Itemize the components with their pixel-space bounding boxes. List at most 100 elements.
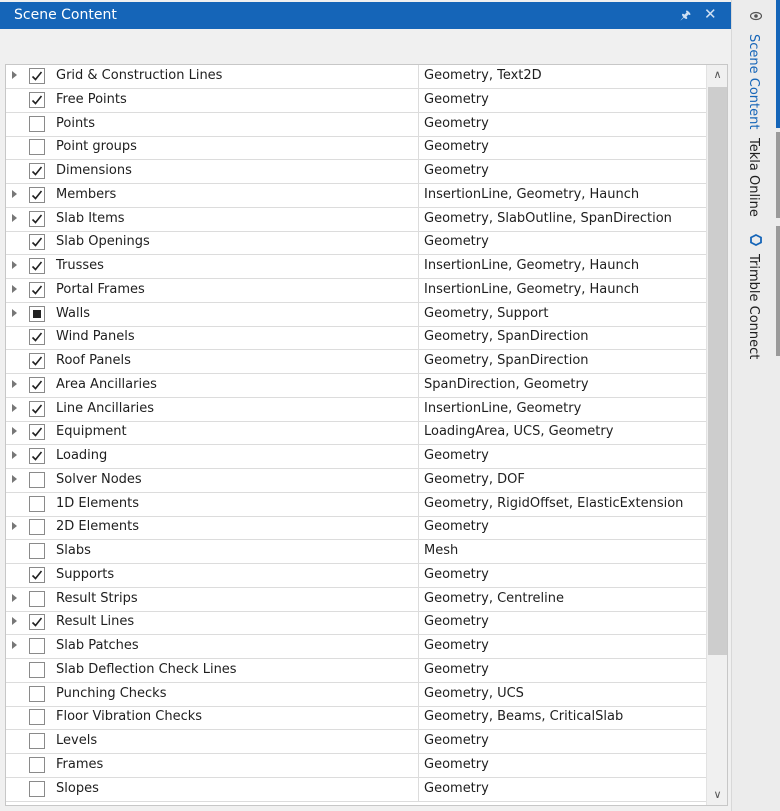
expand-arrow-icon[interactable] — [12, 284, 17, 293]
row-name: Wind Panels — [56, 329, 135, 345]
expand-arrow-icon[interactable] — [12, 71, 17, 79]
expand-arrow-icon[interactable] — [12, 213, 17, 222]
expand-arrow-icon[interactable] — [12, 522, 17, 531]
row-value: Geometry, UCS — [424, 685, 524, 701]
table-row[interactable]: Loading Geometry — [6, 445, 706, 469]
scrollbar-thumb[interactable] — [708, 87, 727, 655]
table-row[interactable]: Free Points Geometry — [6, 88, 706, 113]
table-row[interactable]: 2D Elements Geometry — [6, 516, 706, 541]
visibility-checkbox[interactable] — [29, 329, 45, 346]
visibility-checkbox[interactable] — [29, 709, 45, 726]
row-value: InsertionLine, Geometry, Haunch — [424, 186, 640, 202]
visibility-checkbox[interactable] — [29, 139, 45, 156]
visibility-checkbox[interactable] — [29, 566, 45, 583]
chevron-down-icon[interactable]: ∨ — [707, 785, 727, 805]
visibility-checkbox[interactable] — [29, 163, 45, 179]
row-value: Geometry, Support — [424, 305, 549, 321]
table-row[interactable]: Walls Geometry, Support — [6, 302, 706, 327]
visibility-checkbox[interactable] — [29, 543, 45, 559]
visibility-checkbox[interactable] — [29, 210, 45, 227]
table-row[interactable]: Punching Checks Geometry, UCS — [6, 682, 706, 707]
table-row[interactable]: Slabs Mesh — [6, 540, 706, 564]
visibility-checkbox[interactable] — [29, 305, 45, 322]
visibility-checkbox[interactable] — [29, 353, 45, 369]
column-divider — [418, 540, 419, 564]
visibility-checkbox[interactable] — [29, 661, 45, 678]
pin-icon[interactable]: 🖈 — [680, 6, 691, 27]
column-divider — [418, 183, 419, 208]
visibility-checkbox[interactable] — [29, 424, 45, 441]
expand-arrow-icon[interactable] — [12, 451, 17, 459]
table-row[interactable]: Result Strips Geometry, Centreline — [6, 587, 706, 612]
visibility-checkbox[interactable] — [29, 400, 45, 417]
table-row[interactable]: Slopes Geometry — [6, 777, 706, 802]
visibility-checkbox[interactable] — [29, 115, 45, 132]
table-row[interactable]: Roof Panels Geometry, SpanDirection — [6, 350, 706, 374]
table-row[interactable]: Grid & Construction Lines Geometry, Text2… — [6, 65, 706, 89]
expand-arrow-icon[interactable] — [12, 189, 17, 198]
visibility-checkbox[interactable] — [29, 780, 45, 797]
table-row[interactable]: Slab Patches Geometry — [6, 635, 706, 659]
column-divider — [418, 445, 419, 469]
chevron-up-icon[interactable]: ∧ — [707, 65, 727, 85]
column-divider — [418, 136, 419, 161]
table-row[interactable]: Solver Nodes Geometry, DOF — [6, 468, 706, 493]
table-row[interactable]: Area Ancillaries SpanDirection, Geometry — [6, 373, 706, 398]
visibility-checkbox[interactable] — [29, 91, 45, 108]
expand-arrow-icon[interactable] — [12, 641, 17, 649]
visibility-checkbox[interactable] — [29, 258, 45, 274]
table-row[interactable]: Frames Geometry — [6, 753, 706, 778]
expand-arrow-icon[interactable] — [12, 474, 17, 483]
column-divider — [418, 112, 419, 137]
expand-arrow-icon[interactable] — [12, 617, 17, 626]
visibility-checkbox[interactable] — [29, 376, 45, 393]
table-row[interactable]: Supports Geometry — [6, 563, 706, 588]
visibility-checkbox[interactable] — [29, 448, 45, 464]
vertical-scrollbar[interactable]: ∧ ∨ — [706, 65, 727, 805]
visibility-checkbox[interactable] — [29, 638, 45, 654]
visibility-checkbox[interactable] — [29, 519, 45, 536]
table-row[interactable]: Point groups Geometry — [6, 136, 706, 161]
visibility-checkbox[interactable] — [29, 471, 45, 488]
visibility-checkbox[interactable] — [29, 756, 45, 773]
table-row[interactable]: 1D Elements Geometry, RigidOffset, Elasti… — [6, 492, 706, 517]
table-row[interactable]: Slab Items Geometry, SlabOutline, SpanDir… — [6, 207, 706, 232]
close-icon[interactable]: ✕ — [704, 5, 717, 23]
expand-arrow-icon[interactable] — [12, 261, 17, 269]
expand-arrow-icon[interactable] — [12, 403, 17, 412]
visibility-checkbox[interactable] — [29, 590, 45, 607]
table-row[interactable]: Members InsertionLine, Geometry, Haunch — [6, 183, 706, 208]
checkmark-icon — [31, 261, 43, 271]
table-row[interactable]: Line Ancillaries InsertionLine, Geometry — [6, 397, 706, 422]
expand-arrow-icon[interactable] — [12, 427, 17, 436]
table-row[interactable]: Slab Openings Geometry — [6, 231, 706, 256]
tab-tekla-online[interactable]: Tekla Online — [732, 132, 780, 218]
table-row[interactable]: Trusses InsertionLine, Geometry, Haunch — [6, 255, 706, 279]
table-row[interactable]: Equipment LoadingArea, UCS, Geometry — [6, 421, 706, 446]
visibility-checkbox[interactable] — [29, 733, 45, 749]
visibility-checkbox[interactable] — [29, 685, 45, 702]
expand-arrow-icon[interactable] — [12, 593, 17, 602]
checkmark-icon — [31, 451, 43, 461]
visibility-checkbox[interactable] — [29, 614, 45, 631]
table-row[interactable]: Levels Geometry — [6, 730, 706, 754]
table-row[interactable]: Result Lines Geometry — [6, 611, 706, 636]
column-divider — [418, 373, 419, 398]
tab-scene-content[interactable]: Scene Content — [732, 0, 780, 129]
table-row[interactable]: Wind Panels Geometry, SpanDirection — [6, 326, 706, 351]
expand-arrow-icon[interactable] — [12, 379, 17, 388]
visibility-checkbox[interactable] — [29, 234, 45, 251]
table-row[interactable]: Dimensions Geometry — [6, 160, 706, 184]
column-divider — [418, 397, 419, 422]
visibility-checkbox[interactable] — [29, 68, 45, 84]
visibility-checkbox[interactable] — [29, 495, 45, 512]
table-row[interactable]: Slab Deflection Check Lines Geometry — [6, 658, 706, 683]
table-row[interactable]: Portal Frames InsertionLine, Geometry, Ha… — [6, 278, 706, 303]
table-row[interactable]: Points Geometry — [6, 112, 706, 137]
tab-trimble-connect[interactable]: Trimble Connect — [732, 226, 780, 359]
visibility-checkbox[interactable] — [29, 281, 45, 298]
column-divider — [418, 682, 419, 707]
table-row[interactable]: Floor Vibration Checks Geometry, Beams, C… — [6, 706, 706, 731]
expand-arrow-icon[interactable] — [12, 308, 17, 317]
visibility-checkbox[interactable] — [29, 186, 45, 203]
